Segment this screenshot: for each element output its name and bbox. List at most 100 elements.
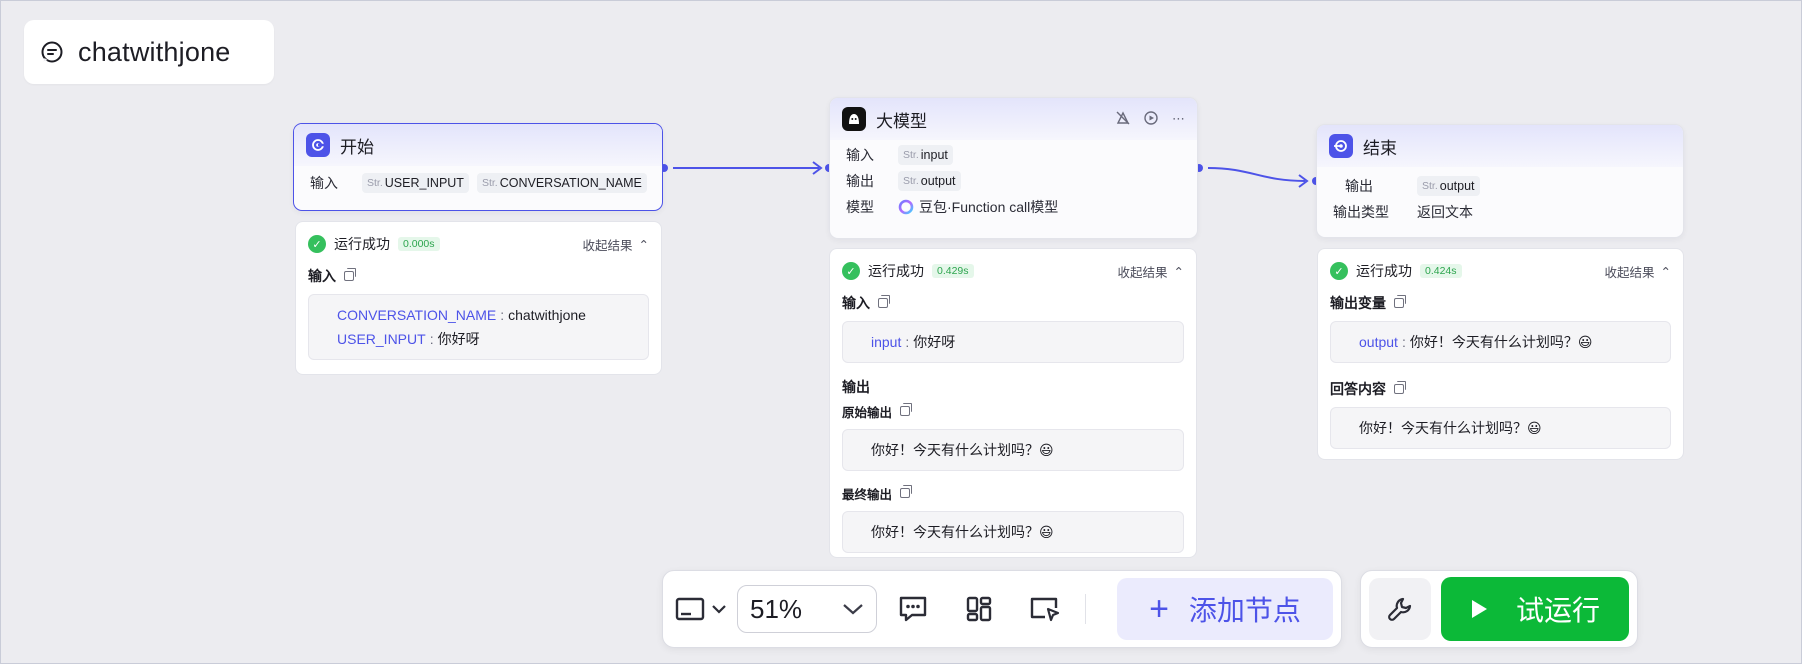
start-inputs-row: 输入 Str. USER_INPUT Str. CONVERSATION_NAME — [310, 170, 647, 196]
comment-icon — [899, 596, 927, 622]
zoom-select[interactable]: 51% — [737, 585, 877, 633]
llm-node-header[interactable]: 大模型 ⋯ — [830, 98, 1197, 140]
llm-model-name: 豆包·Function call模型 — [919, 199, 1059, 215]
interaction-mode-button[interactable] — [1015, 581, 1075, 637]
raw-output-label: 原始输出 — [842, 405, 893, 420]
run-status: 运行成功 — [868, 263, 924, 279]
start-node-header[interactable]: 开始 — [294, 124, 662, 166]
end-output-row: 输出 Str. output — [1333, 173, 1667, 199]
final-output-label: 最终输出 — [842, 487, 893, 502]
canvas-toolbar: 51% + 添加节点 — [662, 570, 1342, 648]
llm-output-row: 输出 Str. output — [846, 168, 1181, 194]
auto-layout-button[interactable] — [949, 581, 1009, 637]
final-output-box: 你好！今天有什么计划吗？😃 — [842, 511, 1184, 553]
chevron-up-icon: ⌃ — [1660, 264, 1671, 279]
llm-node-title: 大模型 — [876, 111, 927, 131]
more-icon[interactable]: ⋯ — [1172, 111, 1185, 127]
collapse-result-button[interactable]: 收起结果 ⌃ — [1118, 262, 1185, 281]
success-check-icon: ✓ — [1330, 262, 1348, 280]
toolbar-divider — [1085, 594, 1086, 624]
copy-icon[interactable] — [1394, 295, 1406, 308]
debug-icon[interactable] — [1116, 110, 1130, 128]
output-variable-box: output: 你好！今天有什么计划吗？😃 — [1330, 321, 1671, 363]
chevron-down-icon — [843, 604, 863, 615]
start-input-values-box: CONVERSATION_NAME: chatwithjone USER_INPU… — [308, 294, 649, 360]
output-variable-label: 输出变量 — [1330, 295, 1386, 311]
run-status: 运行成功 — [334, 236, 390, 252]
run-status: 运行成功 — [1356, 263, 1412, 279]
llm-input-label: 输入 — [846, 147, 874, 163]
add-node-label: 添加节点 — [1188, 595, 1301, 626]
answer-content-label: 回答内容 — [1330, 381, 1386, 397]
chevron-up-icon: ⌃ — [638, 237, 649, 252]
end-icon — [1329, 134, 1353, 158]
end-output-type-row: 输出类型 返回文本 — [1333, 199, 1667, 225]
run-toolbar: 试运行 — [1360, 570, 1638, 648]
result-input-label: 输入 — [842, 295, 870, 311]
run-time-badge: 0.424s — [1420, 264, 1462, 278]
llm-output-label: 输出 — [846, 173, 874, 189]
minimap-toggle-button[interactable] — [671, 581, 731, 637]
chevron-down-icon — [712, 605, 726, 614]
success-check-icon: ✓ — [308, 235, 326, 253]
doubao-model-icon — [898, 199, 914, 215]
result-input-label: 输入 — [308, 268, 336, 284]
start-input-tag: Str. CONVERSATION_NAME — [476, 173, 647, 193]
copy-icon[interactable] — [344, 268, 356, 281]
settings-button[interactable] — [1369, 578, 1431, 640]
raw-output-box: 你好！今天有什么计划吗？😃 — [842, 429, 1184, 471]
add-node-button[interactable]: + 添加节点 — [1117, 578, 1333, 640]
workflow-canvas[interactable]: chatwithjone 开始 输入 Str. USER_INPUT Str. … — [1, 1, 1801, 663]
wrench-icon — [1388, 597, 1412, 621]
workflow-title: chatwithjone — [78, 36, 231, 67]
start-node-title: 开始 — [340, 137, 374, 157]
end-output-label: 输出 — [1345, 178, 1373, 194]
end-output-type-label: 输出类型 — [1333, 204, 1389, 220]
plus-icon: + — [1149, 589, 1169, 628]
chat-icon — [41, 41, 63, 63]
llm-node[interactable]: 大模型 ⋯ 输入 Str. input 输出 Str. output 模型 豆包… — [829, 97, 1198, 239]
layout-grid-icon — [966, 596, 992, 622]
copy-icon[interactable] — [900, 403, 913, 416]
start-input-tag: Str. USER_INPUT — [362, 173, 469, 193]
comment-button[interactable] — [883, 581, 943, 637]
edge-llm-to-end — [1195, 164, 1320, 188]
result-output-label: 输出 — [842, 379, 870, 395]
copy-icon[interactable] — [878, 295, 890, 308]
play-icon — [1471, 600, 1487, 618]
end-node[interactable]: 结束 输出 Str. output 输出类型 返回文本 — [1316, 124, 1684, 238]
collapse-result-button[interactable]: 收起结果 ⌃ — [583, 235, 650, 254]
collapse-result-button[interactable]: 收起结果 ⌃ — [1605, 262, 1672, 281]
end-output-tag: Str. output — [1417, 176, 1480, 196]
end-node-header[interactable]: 结束 — [1317, 125, 1683, 167]
play-circle-icon[interactable] — [1144, 110, 1158, 128]
llm-result-panel: ✓ 运行成功 0.429s 收起结果 ⌃ 输入 input: 你好呀 输出 原始输出… — [829, 248, 1197, 558]
test-run-button[interactable]: 试运行 — [1441, 577, 1629, 641]
end-node-title: 结束 — [1363, 138, 1397, 158]
llm-model-label: 模型 — [846, 199, 874, 215]
result-kv-row: CONVERSATION_NAME: chatwithjone — [337, 307, 586, 323]
run-time-badge: 0.000s — [398, 237, 440, 251]
llm-input-box: input: 你好呀 — [842, 321, 1184, 363]
screen-pointer-icon — [1030, 597, 1060, 622]
minimap-icon — [675, 597, 705, 621]
run-time-badge: 0.429s — [932, 264, 974, 278]
start-icon — [306, 133, 330, 157]
copy-icon[interactable] — [1394, 381, 1406, 394]
answer-content-box: 你好！今天有什么计划吗？😃 — [1330, 407, 1671, 449]
copy-icon[interactable] — [900, 485, 913, 498]
workflow-title-pill[interactable]: chatwithjone — [24, 20, 274, 84]
llm-input-row: 输入 Str. input — [846, 142, 1181, 168]
llm-output-tag: Str. output — [898, 171, 961, 191]
start-node[interactable]: 开始 输入 Str. USER_INPUT Str. CONVERSATION_NA… — [293, 123, 663, 211]
llm-model-row: 模型 豆包·Function call模型 — [846, 194, 1181, 220]
edge-start-to-llm — [660, 161, 833, 175]
llm-input-tag: Str. input — [898, 145, 953, 165]
end-output-type-value: 返回文本 — [1417, 204, 1473, 220]
result-kv-row: USER_INPUT: 你好呀 — [337, 331, 480, 347]
end-result-panel: ✓ 运行成功 0.424s 收起结果 ⌃ 输出变量 output: 你好！今天有什么… — [1317, 248, 1684, 460]
success-check-icon: ✓ — [842, 262, 860, 280]
llm-icon — [842, 107, 866, 131]
chevron-up-icon: ⌃ — [1173, 264, 1184, 279]
start-result-panel: ✓ 运行成功 0.000s 收起结果 ⌃ 输入 CONVERSATION_NAME… — [295, 221, 662, 375]
